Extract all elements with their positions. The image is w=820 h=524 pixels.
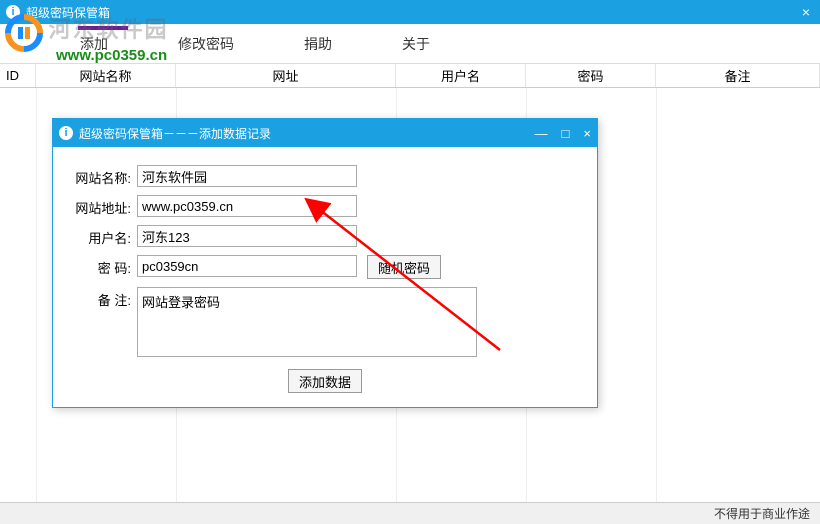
label-username: 用户名:: [67, 225, 137, 247]
main-titlebar: i 超级密码保管箱 ×: [0, 0, 820, 24]
maximize-icon[interactable]: □: [562, 126, 570, 141]
main-close-icon[interactable]: ×: [802, 4, 810, 20]
username-input[interactable]: [137, 225, 357, 247]
info-icon: i: [59, 126, 73, 140]
label-note: 备 注:: [67, 287, 137, 309]
col-name[interactable]: 网站名称: [36, 64, 176, 87]
dialog-window-controls: — □ ×: [535, 119, 591, 147]
col-user[interactable]: 用户名: [396, 64, 526, 87]
site-name-input[interactable]: [137, 165, 357, 187]
status-text: 不得用于商业作途: [714, 505, 810, 522]
dialog-body: 网站名称: 网站地址: 用户名: 密 码: 随机密码 备 注: 添加数据: [53, 147, 597, 407]
menu-donate[interactable]: 捐助: [304, 34, 332, 54]
password-input[interactable]: [137, 255, 357, 277]
site-url-input[interactable]: [137, 195, 357, 217]
grid-header: ID 网站名称 网址 用户名 密码 备注: [0, 64, 820, 88]
info-icon: i: [6, 5, 20, 19]
note-textarea[interactable]: [137, 287, 477, 357]
col-id[interactable]: ID: [0, 64, 36, 87]
close-icon[interactable]: ×: [583, 126, 591, 141]
label-site-name: 网站名称:: [67, 165, 137, 187]
dialog-title: 超级密码保管箱－－－添加数据记录: [79, 125, 271, 142]
add-record-dialog: i 超级密码保管箱－－－添加数据记录 — □ × 网站名称: 网站地址: 用户名…: [52, 118, 598, 408]
label-site-url: 网站地址:: [67, 195, 137, 217]
random-password-button[interactable]: 随机密码: [367, 255, 441, 279]
app-title: 超级密码保管箱: [26, 4, 110, 21]
statusbar: 不得用于商业作途: [0, 502, 820, 524]
menubar: 添加 修改密码 捐助 关于: [0, 24, 820, 64]
accent-line: [78, 26, 128, 30]
menu-change-password[interactable]: 修改密码: [178, 34, 234, 54]
label-password: 密 码:: [67, 255, 137, 277]
col-pass[interactable]: 密码: [526, 64, 656, 87]
minimize-icon[interactable]: —: [535, 126, 548, 141]
col-note[interactable]: 备注: [656, 64, 820, 87]
add-data-button[interactable]: 添加数据: [288, 369, 362, 393]
col-url[interactable]: 网址: [176, 64, 396, 87]
menu-about[interactable]: 关于: [402, 34, 430, 54]
menu-add[interactable]: 添加: [80, 34, 108, 54]
dialog-titlebar[interactable]: i 超级密码保管箱－－－添加数据记录 — □ ×: [53, 119, 597, 147]
